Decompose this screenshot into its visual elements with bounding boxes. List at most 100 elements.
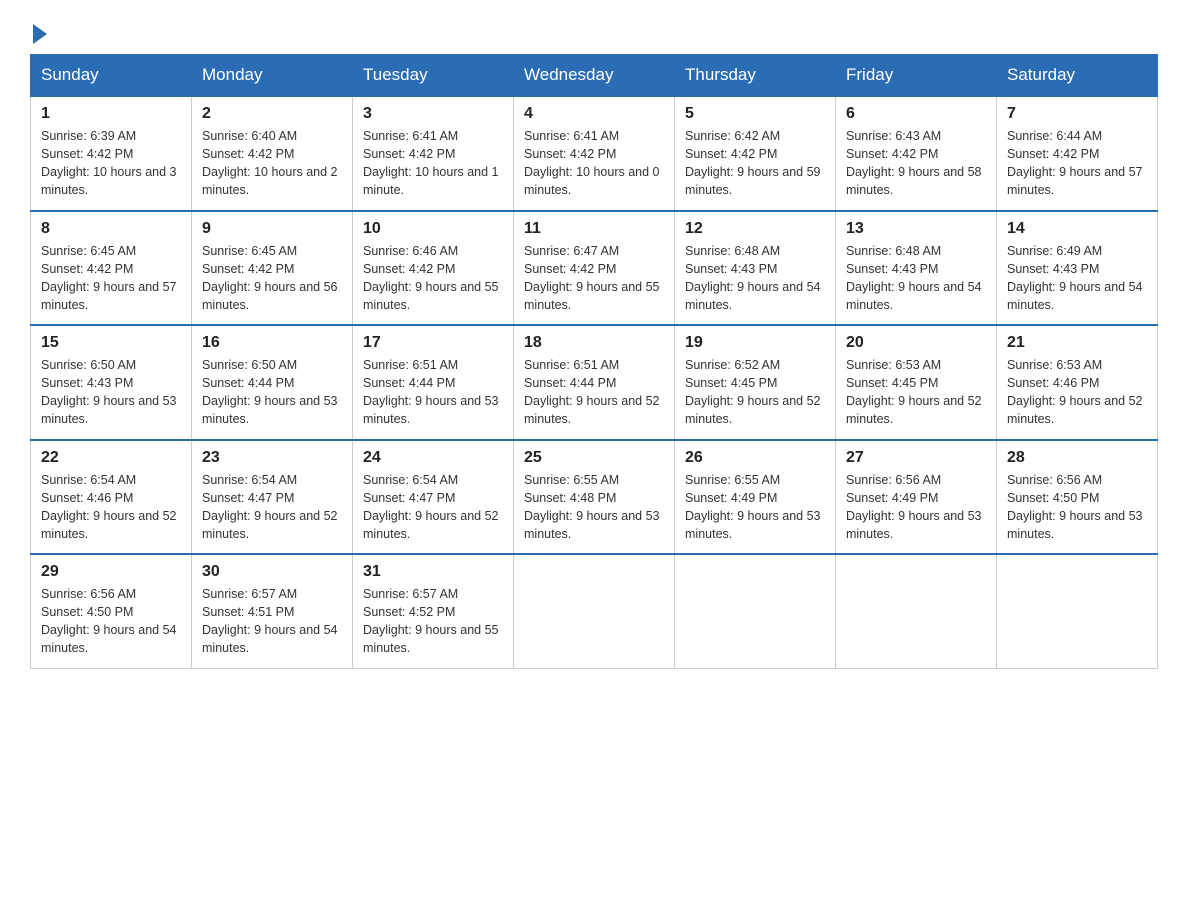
day-info: Sunrise: 6:56 AM Sunset: 4:49 PM Dayligh… bbox=[846, 471, 986, 544]
daylight-label: Daylight: 9 hours and 52 minutes. bbox=[363, 509, 499, 541]
sunrise-label: Sunrise: 6:48 AM bbox=[685, 244, 780, 258]
day-info: Sunrise: 6:54 AM Sunset: 4:47 PM Dayligh… bbox=[363, 471, 503, 544]
calendar-day-cell: 9 Sunrise: 6:45 AM Sunset: 4:42 PM Dayli… bbox=[192, 211, 353, 326]
sunrise-label: Sunrise: 6:56 AM bbox=[1007, 473, 1102, 487]
calendar-day-cell: 11 Sunrise: 6:47 AM Sunset: 4:42 PM Dayl… bbox=[514, 211, 675, 326]
day-number: 24 bbox=[363, 449, 503, 467]
calendar-day-cell: 24 Sunrise: 6:54 AM Sunset: 4:47 PM Dayl… bbox=[353, 440, 514, 555]
sunrise-label: Sunrise: 6:57 AM bbox=[363, 587, 458, 601]
daylight-label: Daylight: 9 hours and 53 minutes. bbox=[846, 509, 982, 541]
day-number: 3 bbox=[363, 105, 503, 123]
calendar-week-row: 29 Sunrise: 6:56 AM Sunset: 4:50 PM Dayl… bbox=[31, 554, 1158, 668]
day-info: Sunrise: 6:45 AM Sunset: 4:42 PM Dayligh… bbox=[41, 242, 181, 315]
sunset-label: Sunset: 4:46 PM bbox=[41, 491, 133, 505]
day-number: 28 bbox=[1007, 449, 1147, 467]
sunset-label: Sunset: 4:51 PM bbox=[202, 605, 294, 619]
sunrise-label: Sunrise: 6:53 AM bbox=[1007, 358, 1102, 372]
sunrise-label: Sunrise: 6:42 AM bbox=[685, 129, 780, 143]
calendar-day-cell: 10 Sunrise: 6:46 AM Sunset: 4:42 PM Dayl… bbox=[353, 211, 514, 326]
daylight-label: Daylight: 9 hours and 59 minutes. bbox=[685, 165, 821, 197]
day-info: Sunrise: 6:44 AM Sunset: 4:42 PM Dayligh… bbox=[1007, 127, 1147, 200]
sunrise-label: Sunrise: 6:48 AM bbox=[846, 244, 941, 258]
day-info: Sunrise: 6:45 AM Sunset: 4:42 PM Dayligh… bbox=[202, 242, 342, 315]
daylight-label: Daylight: 10 hours and 1 minute. bbox=[363, 165, 499, 197]
daylight-label: Daylight: 9 hours and 53 minutes. bbox=[524, 509, 660, 541]
day-number: 9 bbox=[202, 220, 342, 238]
daylight-label: Daylight: 10 hours and 0 minutes. bbox=[524, 165, 660, 197]
sunset-label: Sunset: 4:46 PM bbox=[1007, 376, 1099, 390]
sunset-label: Sunset: 4:52 PM bbox=[363, 605, 455, 619]
sunrise-label: Sunrise: 6:47 AM bbox=[524, 244, 619, 258]
calendar-day-cell: 13 Sunrise: 6:48 AM Sunset: 4:43 PM Dayl… bbox=[836, 211, 997, 326]
sunset-label: Sunset: 4:45 PM bbox=[685, 376, 777, 390]
daylight-label: Daylight: 9 hours and 52 minutes. bbox=[202, 509, 338, 541]
day-number: 20 bbox=[846, 334, 986, 352]
sunrise-label: Sunrise: 6:43 AM bbox=[846, 129, 941, 143]
daylight-label: Daylight: 9 hours and 58 minutes. bbox=[846, 165, 982, 197]
calendar-day-cell: 17 Sunrise: 6:51 AM Sunset: 4:44 PM Dayl… bbox=[353, 325, 514, 440]
day-info: Sunrise: 6:39 AM Sunset: 4:42 PM Dayligh… bbox=[41, 127, 181, 200]
sunset-label: Sunset: 4:42 PM bbox=[524, 147, 616, 161]
sunset-label: Sunset: 4:43 PM bbox=[1007, 262, 1099, 276]
day-number: 5 bbox=[685, 105, 825, 123]
weekday-header-thursday: Thursday bbox=[675, 55, 836, 97]
calendar-week-row: 8 Sunrise: 6:45 AM Sunset: 4:42 PM Dayli… bbox=[31, 211, 1158, 326]
calendar-day-cell: 15 Sunrise: 6:50 AM Sunset: 4:43 PM Dayl… bbox=[31, 325, 192, 440]
daylight-label: Daylight: 9 hours and 56 minutes. bbox=[202, 280, 338, 312]
sunset-label: Sunset: 4:42 PM bbox=[202, 262, 294, 276]
logo-triangle-icon bbox=[33, 24, 47, 44]
calendar-day-cell: 23 Sunrise: 6:54 AM Sunset: 4:47 PM Dayl… bbox=[192, 440, 353, 555]
day-number: 27 bbox=[846, 449, 986, 467]
day-info: Sunrise: 6:57 AM Sunset: 4:51 PM Dayligh… bbox=[202, 585, 342, 658]
logo bbox=[30, 20, 47, 38]
calendar-day-cell: 6 Sunrise: 6:43 AM Sunset: 4:42 PM Dayli… bbox=[836, 96, 997, 211]
sunrise-label: Sunrise: 6:44 AM bbox=[1007, 129, 1102, 143]
day-number: 10 bbox=[363, 220, 503, 238]
daylight-label: Daylight: 9 hours and 53 minutes. bbox=[363, 394, 499, 426]
day-info: Sunrise: 6:47 AM Sunset: 4:42 PM Dayligh… bbox=[524, 242, 664, 315]
calendar-day-cell: 27 Sunrise: 6:56 AM Sunset: 4:49 PM Dayl… bbox=[836, 440, 997, 555]
day-number: 16 bbox=[202, 334, 342, 352]
sunset-label: Sunset: 4:43 PM bbox=[41, 376, 133, 390]
calendar-day-cell: 3 Sunrise: 6:41 AM Sunset: 4:42 PM Dayli… bbox=[353, 96, 514, 211]
weekday-header-row: SundayMondayTuesdayWednesdayThursdayFrid… bbox=[31, 55, 1158, 97]
sunset-label: Sunset: 4:48 PM bbox=[524, 491, 616, 505]
sunset-label: Sunset: 4:47 PM bbox=[363, 491, 455, 505]
calendar-day-cell: 7 Sunrise: 6:44 AM Sunset: 4:42 PM Dayli… bbox=[997, 96, 1158, 211]
day-number: 31 bbox=[363, 563, 503, 581]
day-number: 18 bbox=[524, 334, 664, 352]
day-number: 13 bbox=[846, 220, 986, 238]
sunset-label: Sunset: 4:42 PM bbox=[685, 147, 777, 161]
day-number: 11 bbox=[524, 220, 664, 238]
sunset-label: Sunset: 4:44 PM bbox=[524, 376, 616, 390]
day-number: 14 bbox=[1007, 220, 1147, 238]
sunrise-label: Sunrise: 6:49 AM bbox=[1007, 244, 1102, 258]
sunset-label: Sunset: 4:50 PM bbox=[41, 605, 133, 619]
daylight-label: Daylight: 9 hours and 53 minutes. bbox=[202, 394, 338, 426]
calendar-day-cell: 16 Sunrise: 6:50 AM Sunset: 4:44 PM Dayl… bbox=[192, 325, 353, 440]
daylight-label: Daylight: 9 hours and 55 minutes. bbox=[363, 623, 499, 655]
daylight-label: Daylight: 9 hours and 55 minutes. bbox=[524, 280, 660, 312]
sunrise-label: Sunrise: 6:54 AM bbox=[363, 473, 458, 487]
daylight-label: Daylight: 9 hours and 53 minutes. bbox=[41, 394, 177, 426]
sunset-label: Sunset: 4:44 PM bbox=[202, 376, 294, 390]
sunset-label: Sunset: 4:42 PM bbox=[41, 147, 133, 161]
sunset-label: Sunset: 4:42 PM bbox=[1007, 147, 1099, 161]
calendar-day-cell: 18 Sunrise: 6:51 AM Sunset: 4:44 PM Dayl… bbox=[514, 325, 675, 440]
calendar-day-cell: 4 Sunrise: 6:41 AM Sunset: 4:42 PM Dayli… bbox=[514, 96, 675, 211]
calendar-day-cell: 31 Sunrise: 6:57 AM Sunset: 4:52 PM Dayl… bbox=[353, 554, 514, 668]
day-info: Sunrise: 6:41 AM Sunset: 4:42 PM Dayligh… bbox=[363, 127, 503, 200]
day-info: Sunrise: 6:55 AM Sunset: 4:49 PM Dayligh… bbox=[685, 471, 825, 544]
weekday-header-tuesday: Tuesday bbox=[353, 55, 514, 97]
day-info: Sunrise: 6:54 AM Sunset: 4:47 PM Dayligh… bbox=[202, 471, 342, 544]
weekday-header-friday: Friday bbox=[836, 55, 997, 97]
sunset-label: Sunset: 4:42 PM bbox=[202, 147, 294, 161]
sunset-label: Sunset: 4:42 PM bbox=[363, 147, 455, 161]
daylight-label: Daylight: 9 hours and 55 minutes. bbox=[363, 280, 499, 312]
day-number: 12 bbox=[685, 220, 825, 238]
calendar-day-cell: 20 Sunrise: 6:53 AM Sunset: 4:45 PM Dayl… bbox=[836, 325, 997, 440]
sunrise-label: Sunrise: 6:50 AM bbox=[41, 358, 136, 372]
day-number: 6 bbox=[846, 105, 986, 123]
daylight-label: Daylight: 9 hours and 57 minutes. bbox=[41, 280, 177, 312]
calendar-day-cell: 1 Sunrise: 6:39 AM Sunset: 4:42 PM Dayli… bbox=[31, 96, 192, 211]
